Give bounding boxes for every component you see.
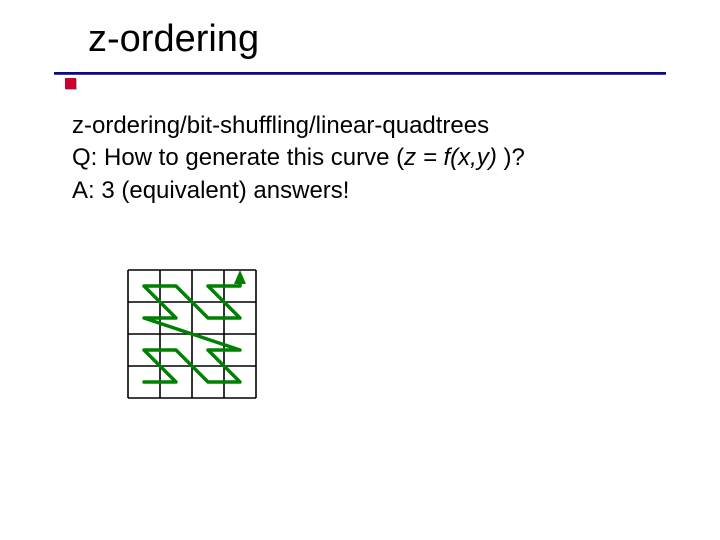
z-curve-diagram (122, 264, 262, 409)
body-line-1: z-ordering/bit-shuffling/linear-quadtree… (72, 110, 672, 142)
body-line-2: Q: How to generate this curve (z = f(x,y… (72, 142, 672, 174)
line2-post: )? (497, 144, 525, 171)
title-underline (54, 72, 666, 75)
body-line-3: A: 3 (equivalent) answers! (72, 175, 672, 207)
arrowhead-icon (234, 270, 246, 284)
body-text: z-ordering/bit-shuffling/linear-quadtree… (72, 110, 672, 207)
line2-formula: z = f(x,y) (404, 144, 497, 171)
slide: z-ordering z-ordering/bit-shuffling/line… (0, 0, 720, 540)
square-icon (65, 78, 76, 89)
z-curve-svg (122, 264, 262, 404)
title-bullet (52, 76, 76, 94)
page-title: z-ordering (88, 18, 259, 61)
line2-pre: Q: How to generate this curve ( (72, 144, 404, 171)
